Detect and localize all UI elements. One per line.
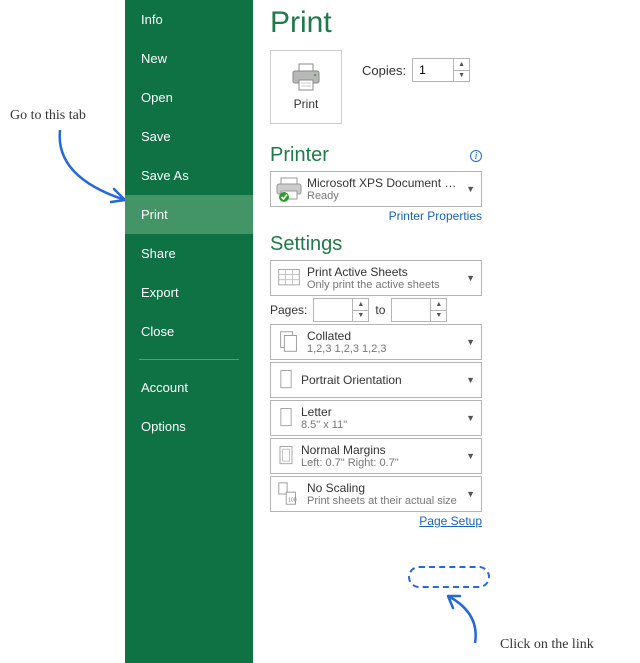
- pages-label: Pages:: [270, 303, 307, 317]
- chevron-down-icon: ▼: [462, 489, 477, 499]
- orientation-title: Portrait Orientation: [301, 373, 462, 387]
- svg-text:100: 100: [288, 497, 297, 503]
- pages-range-row: Pages: ▲▼ to ▲▼: [270, 298, 482, 322]
- annotation-bottom: Click on the link: [500, 637, 594, 653]
- paper-dropdown[interactable]: Letter 8.5" x 11" ▼: [270, 400, 482, 436]
- down-arrow[interactable]: ▼: [353, 311, 368, 322]
- print-what-dropdown[interactable]: Print Active Sheets Only print the activ…: [270, 260, 482, 296]
- sidebar-item-info[interactable]: Info: [125, 0, 253, 39]
- printer-name: Microsoft XPS Document W…: [307, 176, 462, 190]
- orientation-dropdown[interactable]: Portrait Orientation ▼: [270, 362, 482, 398]
- chevron-down-icon: ▼: [462, 184, 477, 194]
- chevron-down-icon: ▼: [462, 451, 477, 461]
- up-arrow[interactable]: ▲: [431, 299, 446, 311]
- printer-heading: Printer: [270, 144, 329, 167]
- copies-up[interactable]: ▲: [454, 59, 469, 71]
- page-title: Print: [270, 6, 640, 40]
- printer-dropdown[interactable]: Microsoft XPS Document W… Ready ▼: [270, 171, 482, 207]
- chevron-down-icon: ▼: [462, 375, 477, 385]
- collate-icon: [275, 328, 303, 356]
- collate-dropdown[interactable]: Collated 1,2,3 1,2,3 1,2,3 ▼: [270, 324, 482, 360]
- pages-from-input[interactable]: [314, 299, 352, 321]
- sidebar-item-options[interactable]: Options: [125, 407, 253, 446]
- printer-icon: [291, 63, 321, 91]
- chevron-down-icon: ▼: [462, 273, 477, 283]
- sheets-icon: [275, 264, 303, 292]
- sidebar-item-share[interactable]: Share: [125, 234, 253, 273]
- printer-info-icon[interactable]: i: [470, 150, 482, 162]
- sidebar-item-new[interactable]: New: [125, 39, 253, 78]
- backstage-sidebar: Info New Open Save Save As Print Share E…: [125, 0, 253, 663]
- pages-to-input[interactable]: [392, 299, 430, 321]
- margins-title: Normal Margins: [301, 443, 462, 457]
- sidebar-item-open[interactable]: Open: [125, 78, 253, 117]
- paper-desc: 8.5" x 11": [301, 419, 462, 431]
- sidebar-item-save[interactable]: Save: [125, 117, 253, 156]
- down-arrow[interactable]: ▼: [431, 311, 446, 322]
- chevron-down-icon: ▼: [462, 413, 477, 423]
- pages-to-label: to: [375, 303, 385, 317]
- copies-label: Copies:: [362, 63, 406, 78]
- up-arrow[interactable]: ▲: [353, 299, 368, 311]
- collate-desc: 1,2,3 1,2,3 1,2,3: [307, 343, 462, 355]
- orientation-icon: [275, 366, 297, 394]
- printer-status-icon: [275, 175, 303, 203]
- pages-from-spinner[interactable]: ▲▼: [313, 298, 369, 322]
- chevron-down-icon: ▼: [462, 337, 477, 347]
- settings-heading: Settings: [270, 233, 342, 256]
- scaling-desc: Print sheets at their actual size: [307, 495, 462, 507]
- margins-desc: Left: 0.7" Right: 0.7": [301, 457, 462, 469]
- scaling-dropdown[interactable]: 100 No Scaling Print sheets at their act…: [270, 476, 482, 512]
- sidebar-item-print[interactable]: Print: [125, 195, 253, 234]
- sidebar-separator: [139, 359, 239, 360]
- printer-status: Ready: [307, 190, 462, 202]
- print-panel: Print Print Copies: ▲ ▼: [270, 0, 640, 663]
- collate-title: Collated: [307, 329, 462, 343]
- sidebar-item-close[interactable]: Close: [125, 312, 253, 351]
- pages-to-spinner[interactable]: ▲▼: [391, 298, 447, 322]
- copies-down[interactable]: ▼: [454, 71, 469, 82]
- margins-dropdown[interactable]: Normal Margins Left: 0.7" Right: 0.7" ▼: [270, 438, 482, 474]
- sidebar-item-account[interactable]: Account: [125, 368, 253, 407]
- annotation-top: Go to this tab: [10, 108, 86, 124]
- print-what-desc: Only print the active sheets: [307, 279, 462, 291]
- print-button[interactable]: Print: [270, 50, 342, 124]
- scaling-title: No Scaling: [307, 481, 462, 495]
- copies-input[interactable]: [413, 59, 453, 81]
- paper-title: Letter: [301, 405, 462, 419]
- margins-icon: [275, 442, 297, 470]
- printer-properties-link[interactable]: Printer Properties: [270, 209, 482, 223]
- scaling-icon: 100: [275, 480, 303, 508]
- print-what-title: Print Active Sheets: [307, 265, 462, 279]
- paper-icon: [275, 404, 297, 432]
- print-button-label: Print: [294, 97, 319, 111]
- sidebar-item-save-as[interactable]: Save As: [125, 156, 253, 195]
- page-setup-link[interactable]: Page Setup: [270, 514, 482, 528]
- sidebar-item-export[interactable]: Export: [125, 273, 253, 312]
- copies-spinner[interactable]: ▲ ▼: [412, 58, 470, 82]
